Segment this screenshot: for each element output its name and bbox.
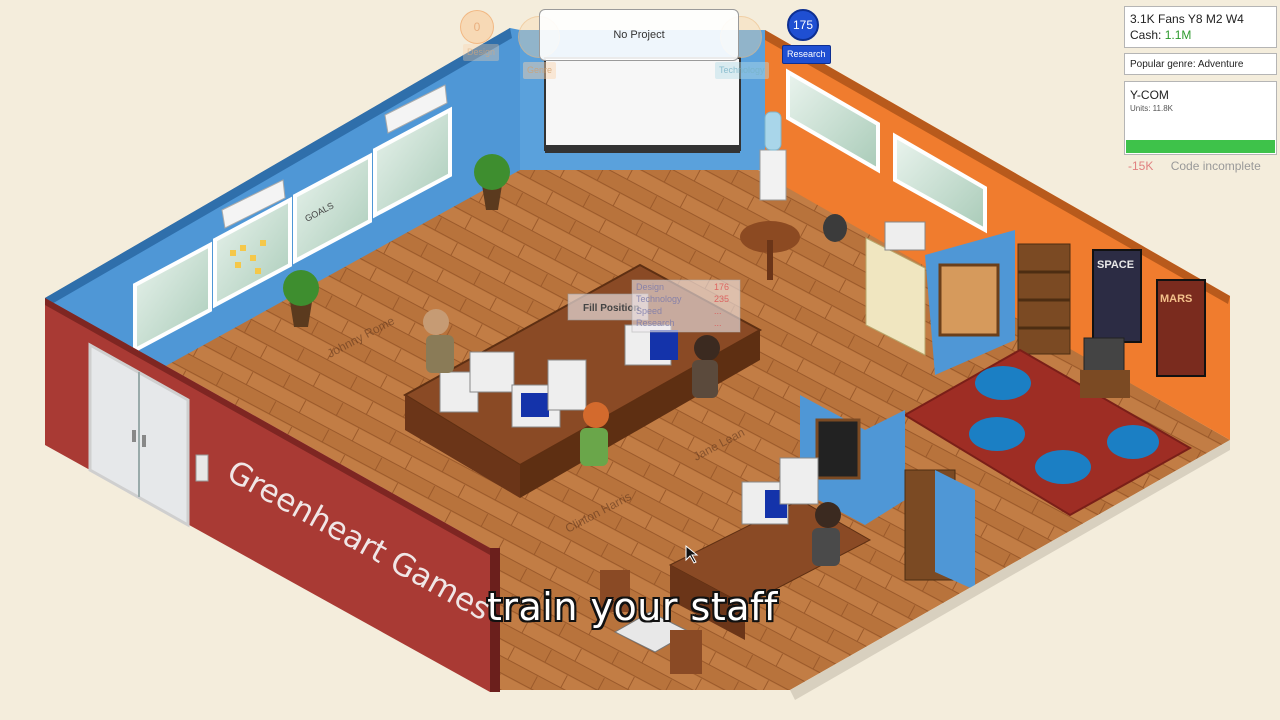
fans-date-line: 3.1K Fans Y8 M2 W4: [1130, 12, 1244, 26]
video-subtitle: train your staff: [487, 585, 778, 629]
corkboard: [938, 263, 1000, 337]
menu-row-label: Speed: [636, 306, 662, 316]
menu-row-value: ...: [714, 318, 722, 328]
space-poster-title: SPACE: [1097, 259, 1134, 271]
back-whiteboard: [544, 57, 741, 151]
menu-row-label: Technology: [636, 294, 682, 304]
intercom-panel: [195, 454, 209, 482]
chair: [670, 630, 702, 674]
microwave: [884, 221, 926, 251]
design-points-label: Design: [463, 44, 500, 61]
game-status-line: -15K Code incomplete: [1128, 159, 1261, 173]
cash-value: 1.1M: [1164, 28, 1192, 42]
design-points-bubble[interactable]: 0: [460, 10, 494, 44]
lounge-tv: [1083, 337, 1125, 374]
project-label: No Project: [613, 29, 665, 41]
chalkboard: [815, 418, 861, 480]
popular-genre-panel: Popular genre: Adventure: [1124, 53, 1277, 75]
game-units: Units: 11.8K: [1130, 104, 1173, 113]
water-cooler: [759, 149, 787, 201]
popular-genre-text: Popular genre: Adventure: [1130, 59, 1244, 70]
game-sales-bar: [1126, 140, 1275, 153]
menu-row-label: Research: [636, 318, 675, 328]
company-stats-panel[interactable]: 3.1K Fans Y8 M2 W4 Cash: 1.1M: [1124, 6, 1277, 48]
game-profit: -15K: [1128, 159, 1154, 173]
menu-row-label: Design: [636, 282, 664, 292]
mars-poster-title: MARS: [1160, 293, 1192, 305]
employee-clinton[interactable]: [580, 402, 609, 466]
beanbag: [969, 417, 1025, 451]
game-title: Y-COM: [1130, 88, 1169, 102]
game-status-text: Code incomplete: [1170, 159, 1261, 173]
beanbag: [975, 366, 1031, 400]
menu-row-value: 235: [714, 294, 729, 304]
research-points-label[interactable]: Research: [782, 45, 831, 64]
beanbag: [1035, 450, 1091, 484]
menu-row-value: ...: [714, 306, 722, 316]
beanbag: [1107, 425, 1159, 459]
cash-label: Cash:: [1130, 28, 1162, 42]
current-project-box[interactable]: No Project: [539, 9, 739, 61]
cash-line: Cash: 1.1M: [1130, 27, 1271, 43]
fill-position-label[interactable]: Fill Position: [583, 303, 640, 314]
trash-can: [823, 214, 847, 242]
research-points-bubble[interactable]: 175: [787, 9, 819, 41]
employee-corner[interactable]: [812, 502, 841, 566]
menu-row-value: 176: [714, 282, 729, 292]
game-sales-bar-fill: [1126, 140, 1275, 153]
current-game-panel[interactable]: Y-COM Units: 11.8K: [1124, 81, 1277, 155]
employee-jane[interactable]: [692, 335, 720, 398]
technology-label: Technology: [715, 62, 769, 79]
genre-label: Genre: [523, 62, 557, 79]
